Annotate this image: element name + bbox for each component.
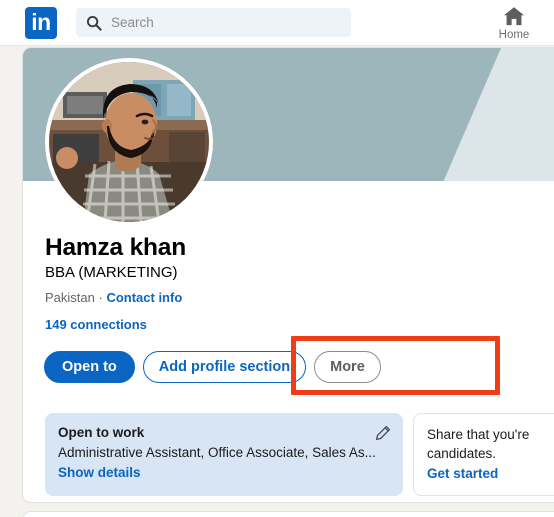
- identity-block: Hamza khan BBA (MARKETING) Pakistan · Co…: [45, 233, 445, 334]
- open-to-work-description: Administrative Assistant, Office Associa…: [58, 445, 376, 460]
- profile-card: Hamza khan BBA (MARKETING) Pakistan · Co…: [22, 47, 554, 503]
- nav-item-home[interactable]: Home: [486, 4, 542, 42]
- avatar[interactable]: [45, 58, 213, 226]
- add-profile-section-button[interactable]: Add profile section: [142, 351, 307, 383]
- nav-item-home-label: Home: [498, 29, 530, 41]
- share-hiring-card[interactable]: Share that you're candidates. Get starte…: [413, 413, 554, 496]
- open-to-work-card[interactable]: Open to work Administrative Assistant, O…: [45, 413, 403, 496]
- profile-action-buttons: Open to Add profile section More: [44, 351, 381, 383]
- next-section-card: [22, 511, 554, 517]
- pencil-icon[interactable]: [373, 423, 393, 443]
- profile-location-row: Pakistan · Contact info: [45, 289, 445, 307]
- more-button[interactable]: More: [314, 351, 381, 383]
- search-icon: [86, 15, 102, 31]
- search-input[interactable]: [111, 15, 321, 30]
- show-details-link[interactable]: Show details: [58, 463, 141, 482]
- open-to-work-title: Open to work: [58, 425, 145, 440]
- home-icon: [503, 4, 525, 28]
- get-started-link[interactable]: Get started: [427, 464, 498, 483]
- profile-info-cards: Open to work Administrative Assistant, O…: [45, 413, 554, 496]
- location-separator: ·: [94, 290, 107, 305]
- profile-headline: BBA (MARKETING): [45, 264, 178, 281]
- contact-info-link[interactable]: Contact info: [106, 290, 182, 305]
- open-to-button[interactable]: Open to: [44, 351, 135, 383]
- share-hiring-line2: candidates.: [427, 446, 497, 461]
- profile-location: Pakistan: [45, 290, 95, 305]
- share-hiring-line1: Share that you're: [427, 427, 530, 442]
- linkedin-logo[interactable]: in: [25, 7, 57, 39]
- connections-link[interactable]: 149 connections: [45, 316, 147, 334]
- profile-photo: [49, 62, 209, 222]
- page-title: Hamza khan: [45, 234, 186, 261]
- search-box[interactable]: [76, 8, 351, 37]
- global-navigation-bar: in Home: [0, 0, 554, 46]
